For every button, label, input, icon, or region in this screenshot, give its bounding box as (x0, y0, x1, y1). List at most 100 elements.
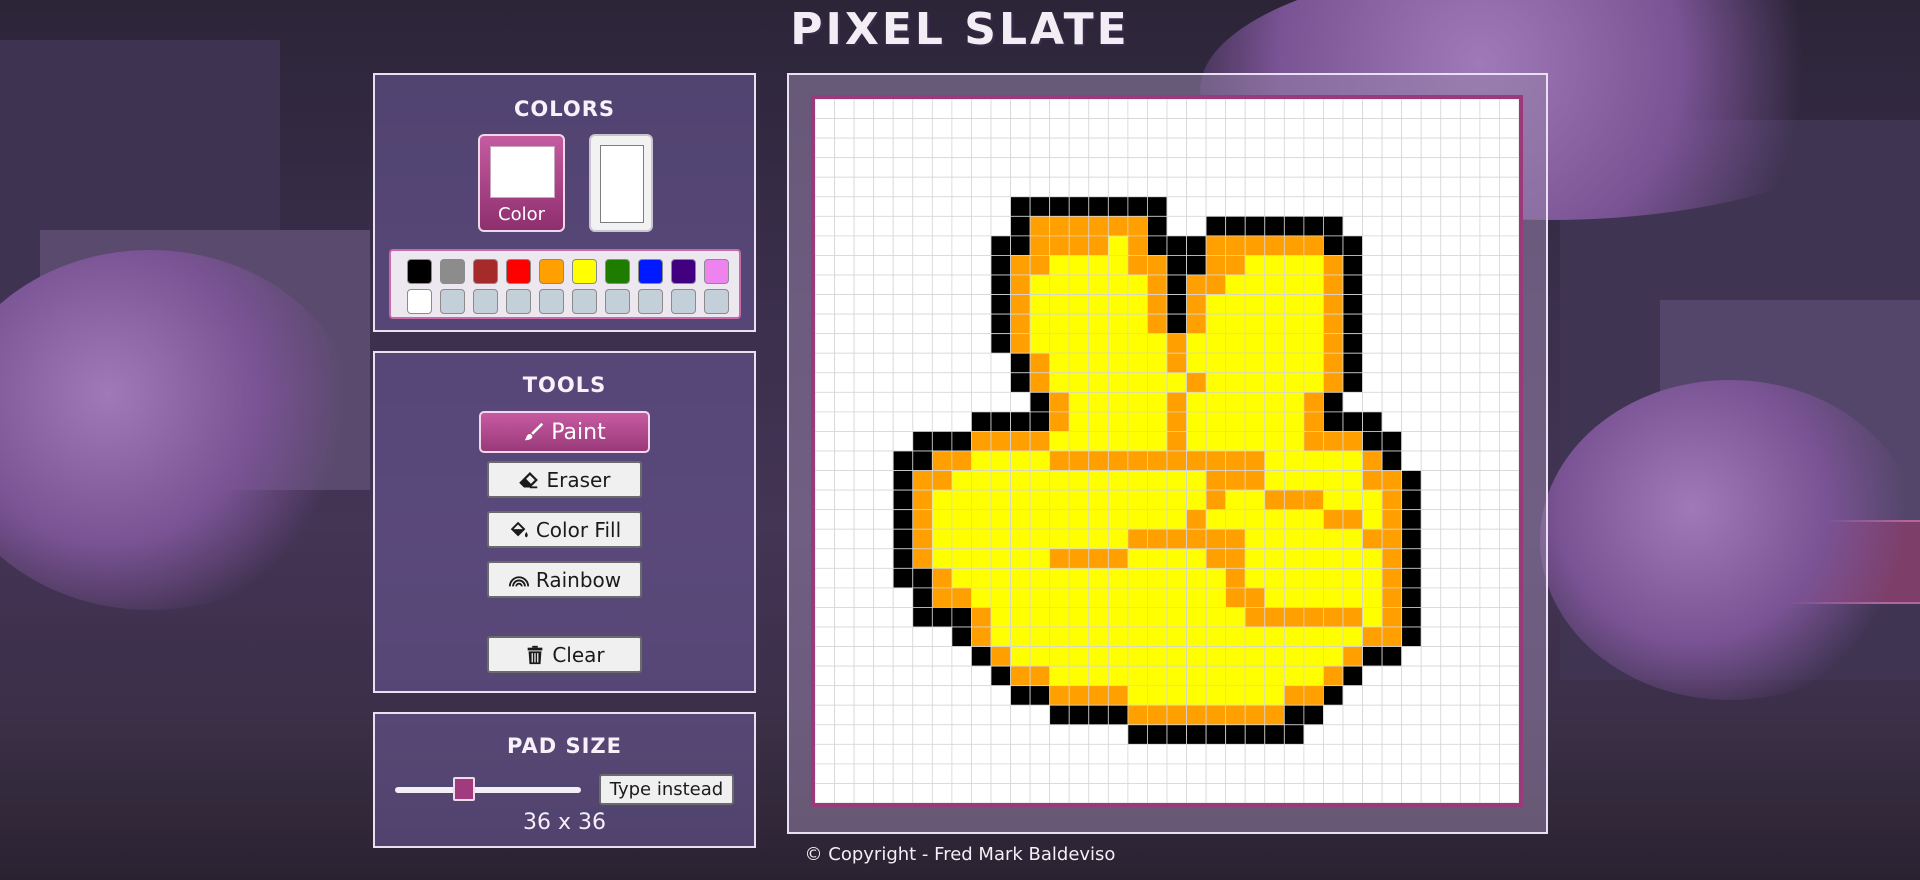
pixel-cell[interactable] (1362, 548, 1383, 569)
pixel-cell[interactable] (971, 783, 992, 803)
pixel-cell[interactable] (1049, 626, 1070, 647)
pixel-cell[interactable] (1127, 724, 1148, 745)
pixel-cell[interactable] (1420, 489, 1442, 511)
pixel-cell[interactable] (834, 294, 855, 315)
pixel-cell[interactable] (1479, 704, 1500, 726)
pixel-cell[interactable] (1205, 685, 1227, 706)
pixel-cell[interactable] (1029, 450, 1051, 471)
pixel-cell[interactable] (892, 470, 914, 491)
pixel-cell[interactable] (1029, 274, 1051, 295)
pixel-cell[interactable] (1283, 567, 1305, 589)
pixel-cell[interactable] (1381, 118, 1403, 139)
pixel-cell[interactable] (1303, 450, 1324, 471)
pixel-cell[interactable] (1342, 431, 1363, 452)
pixel-cell[interactable] (1088, 274, 1109, 295)
pixel-cell[interactable] (1459, 118, 1481, 139)
pixel-cell[interactable] (951, 528, 972, 550)
pixel-cell[interactable] (1029, 118, 1051, 139)
pixel-cell[interactable] (1303, 704, 1324, 726)
pixel-cell[interactable] (912, 528, 933, 550)
pixel-cell[interactable] (834, 372, 855, 393)
pixel-cell[interactable] (1244, 118, 1266, 139)
pixel-cell[interactable] (1147, 196, 1168, 217)
pixel-cell[interactable] (1381, 313, 1403, 335)
pixel-cell[interactable] (1499, 99, 1519, 119)
pixel-cell[interactable] (971, 587, 992, 608)
pixel-cell[interactable] (1127, 255, 1148, 276)
pixel-cell[interactable] (1283, 274, 1305, 295)
pixel-cell[interactable] (815, 157, 835, 178)
pixel-cell[interactable] (892, 607, 914, 628)
pixel-cell[interactable] (1362, 646, 1383, 667)
pixel-cell[interactable] (951, 509, 972, 530)
pixel-cell[interactable] (951, 783, 972, 803)
pixel-cell[interactable] (1479, 352, 1500, 374)
pixel-cell[interactable] (1107, 626, 1129, 647)
pixel-cell[interactable] (1225, 294, 1246, 315)
pixel-cell[interactable] (912, 274, 933, 295)
pixel-cell[interactable] (1499, 352, 1519, 374)
pixel-cell[interactable] (990, 372, 1011, 393)
pixel-cell[interactable] (1049, 157, 1070, 178)
pixel-cell[interactable] (1381, 567, 1403, 589)
pixel-cell[interactable] (892, 783, 914, 803)
pixel-cell[interactable] (1088, 743, 1109, 765)
pixel-cell[interactable] (1244, 255, 1266, 276)
pixel-cell[interactable] (1068, 704, 1090, 726)
pixel-cell[interactable] (1225, 411, 1246, 432)
pixel-cell[interactable] (834, 196, 855, 217)
pixel-cell[interactable] (1283, 470, 1305, 491)
pixel-cell[interactable] (1147, 372, 1168, 393)
pixel-cell[interactable] (1029, 255, 1051, 276)
pixel-cell[interactable] (1186, 274, 1207, 295)
pixel-cell[interactable] (971, 352, 992, 374)
pixel-cell[interactable] (990, 763, 1011, 784)
pixel-cell[interactable] (1479, 118, 1500, 139)
pixel-cell[interactable] (1147, 215, 1168, 237)
pixel-cell[interactable] (1205, 607, 1227, 628)
pixel-cell[interactable] (1225, 763, 1246, 784)
pixel-cell[interactable] (1068, 685, 1090, 706)
pixel-cell[interactable] (1010, 118, 1031, 139)
pixel-cell[interactable] (853, 176, 875, 198)
pixel-cell[interactable] (1049, 528, 1070, 550)
pixel-cell[interactable] (1205, 450, 1227, 471)
pixel-cell[interactable] (1186, 704, 1207, 726)
pixel-cell[interactable] (853, 99, 875, 119)
pixel-cell[interactable] (931, 99, 953, 119)
pixel-cell[interactable] (1088, 509, 1109, 530)
pixel-cell[interactable] (1283, 743, 1305, 765)
pixel-cell[interactable] (1479, 607, 1500, 628)
pixel-cell[interactable] (1147, 157, 1168, 178)
pixel-cell[interactable] (1440, 352, 1461, 374)
pixel-cell[interactable] (815, 509, 835, 530)
pixel-cell[interactable] (1283, 352, 1305, 374)
pixel-cell[interactable] (873, 724, 894, 745)
pixel-cell[interactable] (1264, 763, 1285, 784)
pixel-cell[interactable] (1440, 333, 1461, 354)
pixel-cell[interactable] (931, 567, 953, 589)
pixel-cell[interactable] (873, 646, 894, 667)
pixel-cell[interactable] (1049, 763, 1070, 784)
pixel-cell[interactable] (1166, 313, 1187, 335)
pixel-cell[interactable] (892, 587, 914, 608)
pixel-cell[interactable] (1362, 391, 1383, 413)
pixel-cell[interactable] (951, 685, 972, 706)
pixel-cell[interactable] (1303, 372, 1324, 393)
pixel-cell[interactable] (1499, 137, 1519, 159)
pixel-cell[interactable] (1440, 391, 1461, 413)
pixel-cell[interactable] (1107, 157, 1129, 178)
pixel-cell[interactable] (1303, 352, 1324, 374)
pixel-cell[interactable] (971, 313, 992, 335)
pixel-cell[interactable] (1244, 470, 1266, 491)
pixel-cell[interactable] (1049, 548, 1070, 569)
pixel-cell[interactable] (912, 704, 933, 726)
pixel-cell[interactable] (1499, 685, 1519, 706)
pixel-cell[interactable] (971, 704, 992, 726)
pixel-cell[interactable] (1205, 137, 1227, 159)
pixel-cell[interactable] (1147, 274, 1168, 295)
pixel-cell[interactable] (1068, 743, 1090, 765)
pixel-cell[interactable] (1244, 157, 1266, 178)
pixel-cell[interactable] (1303, 255, 1324, 276)
pixel-cell[interactable] (1401, 548, 1422, 569)
